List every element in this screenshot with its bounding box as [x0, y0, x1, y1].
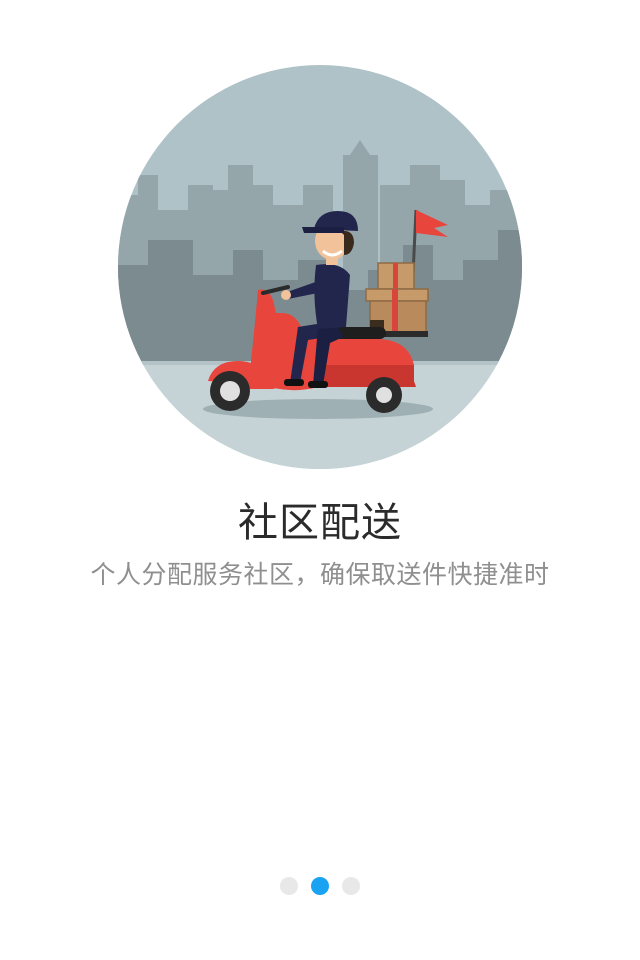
delivery-illustration	[118, 65, 522, 469]
page-indicator	[0, 877, 640, 895]
delivery-scooter-icon	[118, 65, 522, 469]
page-dot-3[interactable]	[342, 877, 360, 895]
page-dot-2-active[interactable]	[311, 877, 329, 895]
page-dot-1[interactable]	[280, 877, 298, 895]
page-subtitle: 个人分配服务社区，确保取送件快捷准时	[90, 560, 550, 589]
page-title: 社区配送	[238, 500, 402, 546]
onboarding-screen: 社区配送 个人分配服务社区，确保取送件快捷准时	[0, 0, 640, 960]
